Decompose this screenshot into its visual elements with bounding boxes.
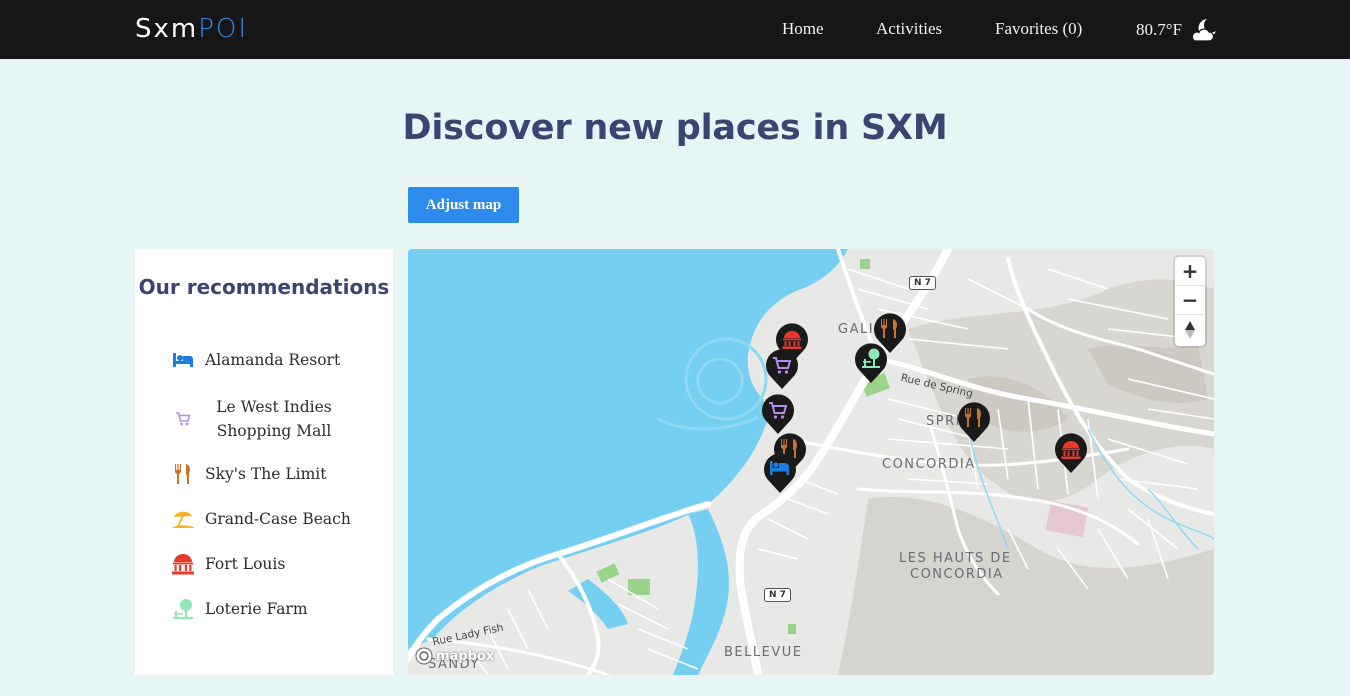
recommendation-item[interactable]: Alamanda Resort (171, 348, 381, 372)
map-pin-hotel[interactable] (762, 451, 798, 495)
compass-icon (1185, 320, 1195, 339)
recommendation-label: Alamanda Resort (205, 351, 341, 369)
nav-favorites-link[interactable]: Favorites (0) (995, 19, 1082, 39)
recommendations-panel: Our recommendations Alamanda Resort Le W… (135, 249, 393, 675)
mapbox-icon (415, 647, 433, 665)
recommendation-label: Fort Louis (205, 555, 286, 573)
shopping-cart-icon (171, 407, 195, 431)
restaurant-icon (171, 462, 195, 486)
recommendation-item[interactable]: Loterie Farm (171, 597, 381, 621)
nav-home-link[interactable]: Home (782, 19, 824, 39)
recommendations-title: Our recommendations (138, 275, 390, 299)
weather-widget: 80.7°F (1136, 16, 1218, 44)
map-label-hauts: LES HAUTS DE (899, 551, 1012, 566)
mapbox-logo[interactable]: mapbox (415, 645, 494, 667)
cloud-moon-icon (1191, 19, 1217, 42)
recommendation-label: Loterie Farm (205, 600, 308, 618)
navbar: SxmPOI Home Activities Favorites (0) 80.… (0, 0, 1350, 59)
logo-text-sxm: Sxm (135, 14, 199, 44)
landmark-icon (171, 552, 195, 576)
map-pin-park[interactable] (853, 341, 889, 385)
temperature-text: 80.7°F (1136, 20, 1183, 39)
map-pin-shopping[interactable] (764, 347, 800, 391)
mapbox-text: mapbox (436, 648, 495, 664)
map-label-bellevue: BELLEVUE (724, 645, 803, 660)
map-basemap (408, 249, 1214, 675)
map-pin-restaurant[interactable] (956, 400, 992, 444)
logo-text-poi: POI (198, 14, 249, 44)
zoom-in-button[interactable]: + (1175, 257, 1205, 286)
recommendation-label: Le West Indies Shopping Mall (216, 398, 332, 440)
adjust-map-button[interactable]: Adjust map (408, 187, 519, 223)
map-canvas[interactable]: GALI SPRI CONCORDIA LES HAUTS DE CONCORD… (408, 249, 1214, 675)
road-shield-n7: N 7 (764, 588, 791, 602)
map-zoom-controls: + − (1175, 257, 1205, 346)
map-label-hauts-concordia: CONCORDIA (910, 567, 1004, 582)
map-label-galisbay: GALI (838, 322, 875, 337)
map-label-concordia: CONCORDIA (882, 457, 976, 472)
nav-activities-link[interactable]: Activities (876, 19, 942, 39)
recommendation-label: Grand-Case Beach (205, 510, 351, 528)
map-pin-shopping[interactable] (760, 392, 796, 436)
compass-button[interactable] (1175, 315, 1205, 344)
map-pin-landmark[interactable] (1053, 431, 1089, 475)
recommendation-item[interactable]: Sky's The Limit (171, 462, 381, 486)
zoom-out-button[interactable]: − (1175, 286, 1205, 315)
recommendation-label: Sky's The Limit (205, 465, 327, 483)
page-title: Discover new places in SXM (402, 108, 948, 148)
hotel-bed-icon (171, 348, 195, 372)
recommendation-item[interactable]: Grand-Case Beach (171, 507, 381, 531)
beach-umbrella-icon (171, 507, 195, 531)
recommendation-item[interactable]: Fort Louis (171, 552, 381, 576)
recommendation-item[interactable]: Le West Indies Shopping Mall (171, 395, 381, 443)
park-icon (171, 597, 195, 621)
road-shield-n7: N 7 (909, 276, 936, 290)
logo[interactable]: SxmPOI (135, 13, 248, 45)
